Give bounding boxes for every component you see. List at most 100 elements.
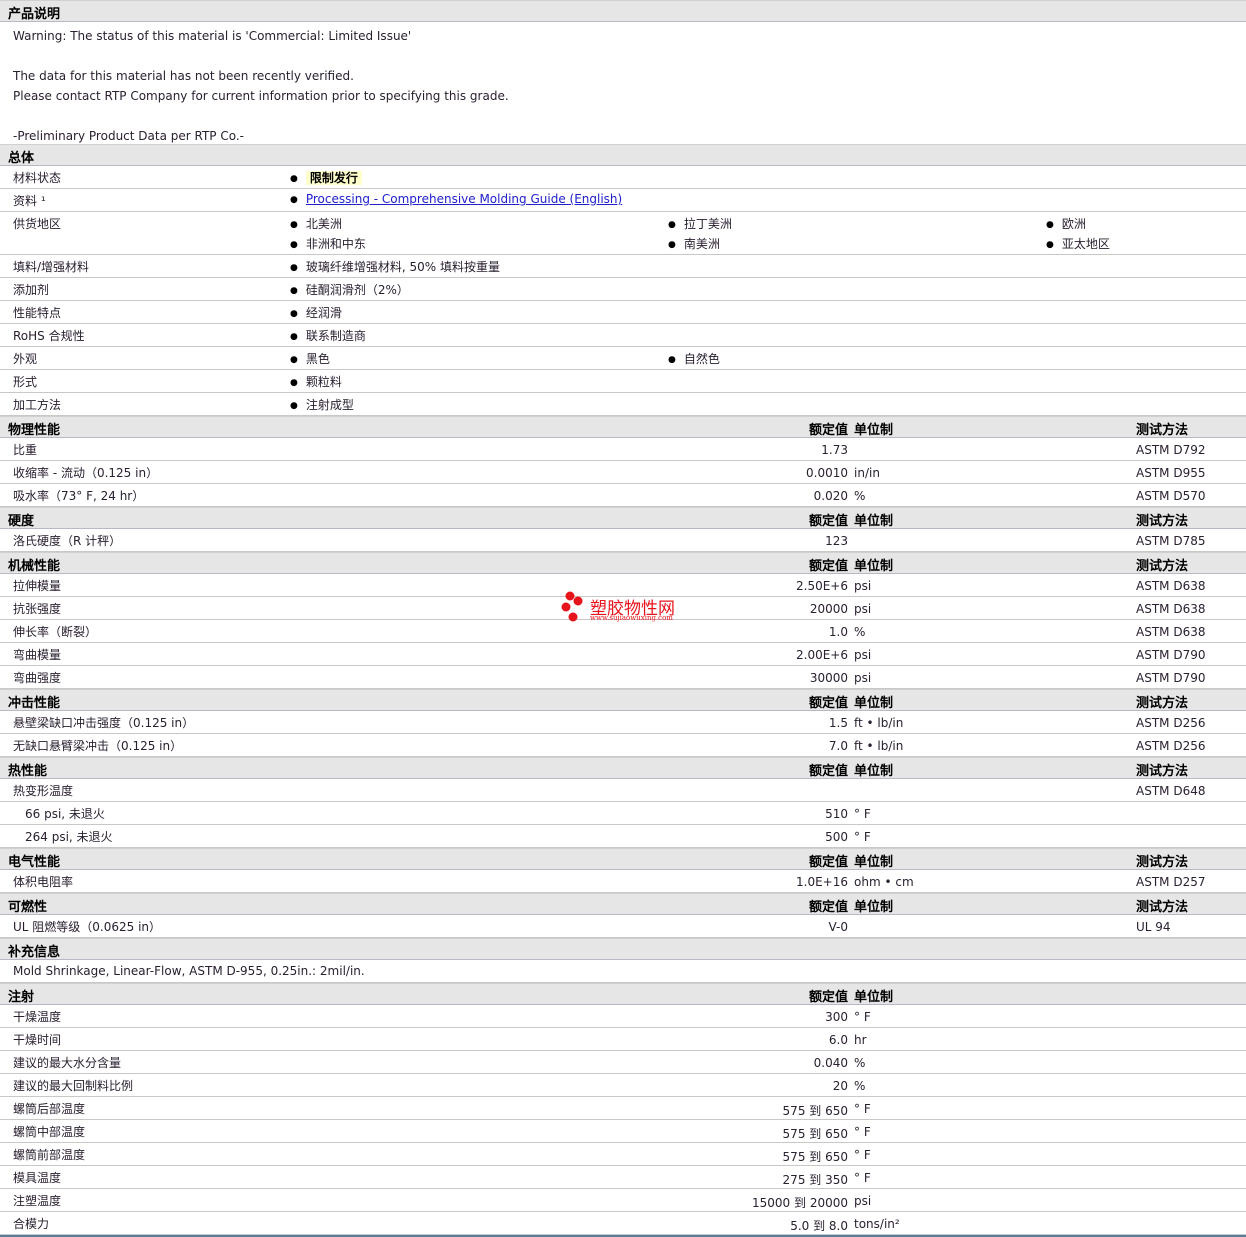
property-value: 1.0 bbox=[828, 625, 848, 639]
property-row: 体积电阻率 1.0E+16 ohm • cm ASTM D257 bbox=[0, 870, 1246, 893]
property-unit: ft • lb/in bbox=[854, 716, 904, 730]
bullet-text: 联系制造商 bbox=[305, 329, 366, 343]
property-value: 0.040 bbox=[813, 1056, 848, 1070]
description-line bbox=[13, 106, 1233, 126]
property-value: 300 bbox=[825, 1010, 848, 1024]
bullet-text: 拉丁美洲 bbox=[683, 217, 732, 231]
property-row: 洛氏硬度（R 计秤） 123 ASTM D785 bbox=[0, 529, 1246, 552]
property-value: 20 bbox=[832, 1079, 848, 1093]
property-label: 弯曲模量 bbox=[13, 648, 62, 662]
bullet-item: 限制发行 bbox=[290, 169, 362, 186]
test-method: ASTM D570 bbox=[1136, 489, 1206, 503]
property-row: 螺筒前部温度 575 到 650 ° F bbox=[0, 1143, 1246, 1166]
row-label: 供货地区 bbox=[13, 217, 62, 231]
property-label: 无缺口悬臂梁冲击（0.125 in） bbox=[13, 739, 183, 753]
property-label: 螺筒前部温度 bbox=[13, 1148, 86, 1162]
section-title: 硬度 bbox=[8, 514, 35, 529]
section-header: 注射 额定值 单位制 bbox=[0, 983, 1246, 1005]
property-row: 建议的最大回制料比例 20% bbox=[0, 1074, 1246, 1097]
test-method: ASTM D638 bbox=[1136, 625, 1206, 639]
property-row: UL 阻燃等级（0.0625 in） V-0 UL 94 bbox=[0, 915, 1246, 938]
bullet-item: 亚太地区 bbox=[1046, 235, 1110, 252]
property-value: 275 到 350 bbox=[782, 1173, 848, 1187]
column-header-unit: 单位制 bbox=[854, 696, 894, 711]
property-unit: psi bbox=[854, 1194, 872, 1208]
property-value: 1.0E+16 bbox=[796, 875, 848, 889]
test-method: ASTM D256 bbox=[1136, 716, 1206, 730]
property-unit: tons/in² bbox=[854, 1217, 900, 1231]
section-title: 电气性能 bbox=[8, 855, 61, 870]
property-row: 螺筒后部温度 575 到 650 ° F bbox=[0, 1097, 1246, 1120]
property-value: 30000 bbox=[809, 671, 848, 685]
property-label: 注塑温度 bbox=[13, 1194, 62, 1208]
section-title: 可燃性 bbox=[8, 900, 48, 915]
bullet-item: Processing - Comprehensive Molding Guide… bbox=[290, 192, 622, 206]
column-header-value: 额定值 bbox=[808, 696, 848, 711]
general-row: 加工方法 注射成型 bbox=[0, 393, 1246, 416]
bullet-item: 非洲和中东 bbox=[290, 235, 366, 252]
property-label: 吸水率（73° F, 24 hr） bbox=[13, 489, 145, 503]
property-label: 拉伸模量 bbox=[13, 579, 62, 593]
general-row: 供货地区 北美洲 拉丁美洲 欧洲非洲和中东 南美洲 亚太地区 bbox=[0, 212, 1246, 255]
property-row: 干燥时间 6.0 hr bbox=[0, 1028, 1246, 1051]
section-title: 总体 bbox=[8, 151, 35, 166]
document-link[interactable]: Processing - Comprehensive Molding Guide… bbox=[306, 192, 622, 206]
property-row: 吸水率（73° F, 24 hr） 0.020% ASTM D570 bbox=[0, 484, 1246, 507]
row-label: 形式 bbox=[13, 375, 38, 389]
general-row: 形式 颗粒料 bbox=[0, 370, 1246, 393]
bullet-text: 注射成型 bbox=[305, 398, 354, 412]
section-title: 冲击性能 bbox=[8, 696, 61, 711]
general-row: 材料状态 限制发行 bbox=[0, 166, 1246, 189]
property-label: 抗张强度 bbox=[13, 602, 62, 616]
bullet-item: 经润滑 bbox=[290, 304, 342, 321]
general-row: 性能特点 经润滑 bbox=[0, 301, 1246, 324]
general-row: 添加剂 硅酮润滑剂（2%） bbox=[0, 278, 1246, 301]
property-label: 弯曲强度 bbox=[13, 671, 62, 685]
column-header-test-method: 测试方法 bbox=[1136, 855, 1189, 870]
property-unit: ° F bbox=[854, 1171, 871, 1185]
property-value: 2.00E+6 bbox=[796, 648, 848, 662]
bullet-text: 经润滑 bbox=[305, 306, 342, 320]
property-unit: ° F bbox=[854, 807, 871, 821]
watermark-logo: 塑胶物性网 www.sujiaowuxing.com bbox=[560, 590, 700, 626]
property-label: 建议的最大回制料比例 bbox=[13, 1079, 134, 1093]
property-value: 5.0 到 8.0 bbox=[790, 1219, 848, 1233]
property-label: 悬壁梁缺口冲击强度（0.125 in） bbox=[13, 716, 195, 730]
column-header-test-method: 测试方法 bbox=[1136, 900, 1189, 915]
row-label: 资料 ¹ bbox=[13, 194, 46, 208]
row-label: 填料/增强材料 bbox=[13, 260, 90, 274]
section-header: 硬度 额定值 单位制 测试方法 bbox=[0, 507, 1246, 529]
bullet-item: 黑色 bbox=[290, 350, 330, 367]
property-unit: ° F bbox=[854, 1148, 871, 1162]
property-row: 264 psi, 未退火 500 ° F bbox=[0, 825, 1246, 848]
property-row: 悬壁梁缺口冲击强度（0.125 in） 1.5 ft • lb/in ASTM D25… bbox=[0, 711, 1246, 734]
description-line: Warning: The status of this material is … bbox=[13, 29, 412, 43]
property-label: 干燥温度 bbox=[13, 1010, 62, 1024]
test-method: ASTM D785 bbox=[1136, 534, 1206, 548]
property-row: 比重 1.73 ASTM D792 bbox=[0, 438, 1246, 461]
bullet-item: 欧洲 bbox=[1046, 215, 1086, 232]
bullet-item: 玻璃纤维增强材料, 50% 填料按重量 bbox=[290, 258, 500, 275]
property-row: 合模力 5.0 到 8.0 tons/in² bbox=[0, 1212, 1246, 1235]
section-header: 补充信息 bbox=[0, 938, 1246, 960]
test-method: ASTM D790 bbox=[1136, 671, 1206, 685]
property-label: 洛氏硬度（R 计秤） bbox=[13, 534, 122, 548]
row-label: 添加剂 bbox=[13, 283, 50, 297]
property-value: 20000 bbox=[809, 602, 848, 616]
property-unit: psi bbox=[854, 648, 872, 662]
property-row: 弯曲强度 30000 psi ASTM D790 bbox=[0, 666, 1246, 689]
property-value: 0.020 bbox=[813, 489, 848, 503]
test-method: ASTM D257 bbox=[1136, 875, 1206, 889]
property-value: 575 到 650 bbox=[782, 1150, 848, 1164]
section-title: 热性能 bbox=[8, 764, 48, 779]
column-header-value: 额定值 bbox=[808, 900, 848, 915]
property-row: 模具温度 275 到 350 ° F bbox=[0, 1166, 1246, 1189]
property-label: 比重 bbox=[13, 443, 38, 457]
test-method: UL 94 bbox=[1136, 920, 1171, 934]
property-label: 热变形温度 bbox=[13, 784, 74, 798]
row-label: 性能特点 bbox=[13, 306, 62, 320]
section-title: 机械性能 bbox=[8, 559, 61, 574]
property-unit: psi bbox=[854, 671, 872, 685]
general-row: RoHS 合规性 联系制造商 bbox=[0, 324, 1246, 347]
property-unit: ° F bbox=[854, 1125, 871, 1139]
